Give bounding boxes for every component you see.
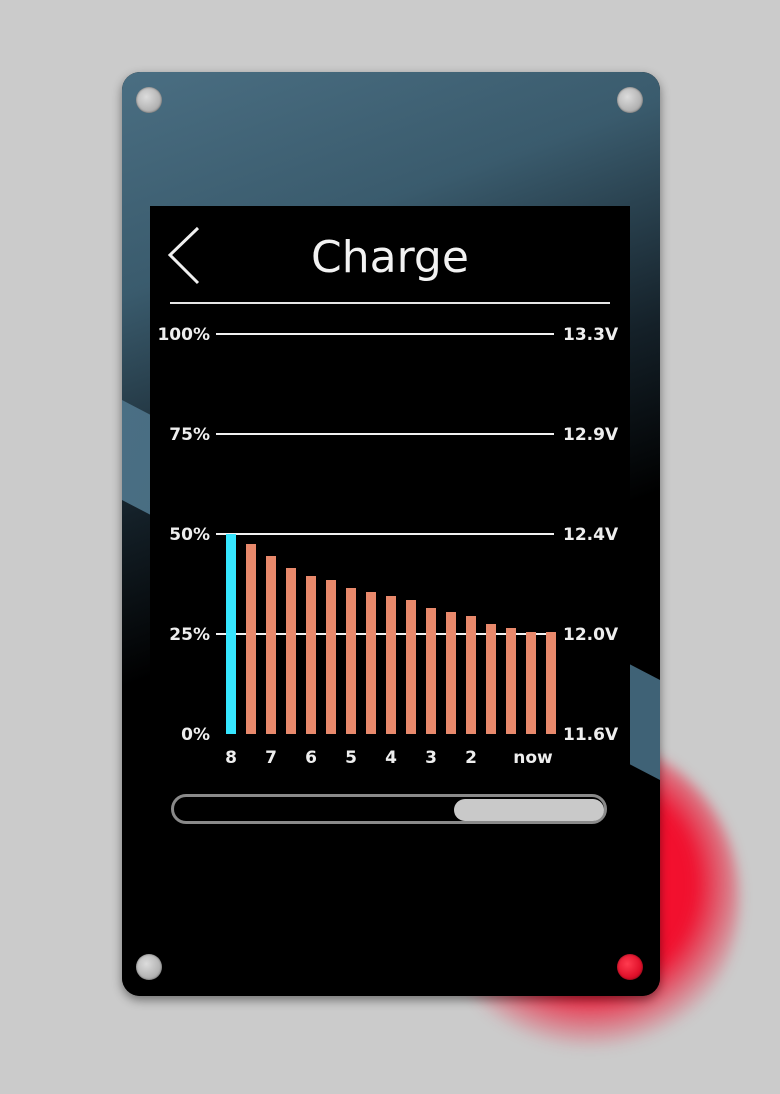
x-axis-tick-label: now [513,748,553,768]
charge-bar[interactable] [346,588,356,734]
x-axis-tick-label: 4 [385,748,397,768]
charge-bar[interactable] [526,632,536,734]
left-axis-tick-label: 0% [181,725,210,745]
x-axis-tick-label: 3 [425,748,437,768]
charge-history-chart: 100% 13.3V 75% 12.9V 50% 12.4V 25% 12.0V 0% 11.6V… [157,325,619,768]
right-axis-tick-label: 12.0V [563,625,619,645]
right-axis-tick-label: 11.6V [563,725,619,745]
charge-bar[interactable] [266,556,276,734]
left-axis-tick-label: 25% [169,625,210,645]
right-axis-tick-label: 13.3V [563,325,619,345]
left-axis-tick-label: 75% [169,425,210,445]
charge-bar[interactable] [326,580,336,734]
charge-bar[interactable] [446,612,456,734]
charge-bar[interactable] [546,632,556,734]
charge-bar[interactable] [506,628,516,734]
x-axis-tick-label: 5 [345,748,357,768]
x-axis-tick-label: 7 [265,748,277,768]
x-axis-tick-label: 6 [305,748,317,768]
right-axis-tick-label: 12.9V [563,425,619,445]
x-axis-tick-label: 8 [225,748,237,768]
selected-charge-bar[interactable] [226,534,236,734]
charge-bar[interactable] [286,568,296,734]
left-axis-tick-label: 50% [169,525,210,545]
charge-bar[interactable] [486,624,496,734]
right-axis-tick-label: 12.4V [563,525,619,545]
charge-bar[interactable] [426,608,436,734]
left-axis-tick-label: 100% [157,325,210,345]
charge-bar[interactable] [246,544,256,734]
charge-bar[interactable] [386,596,396,734]
charge-bar[interactable] [306,576,316,734]
scrollbar-thumb[interactable] [453,799,604,821]
charge-bar[interactable] [466,616,476,734]
charge-bar[interactable] [366,592,376,734]
charge-bar[interactable] [406,600,416,734]
x-axis-tick-label: 2 [465,748,477,768]
history-scrollbar[interactable] [171,794,607,824]
